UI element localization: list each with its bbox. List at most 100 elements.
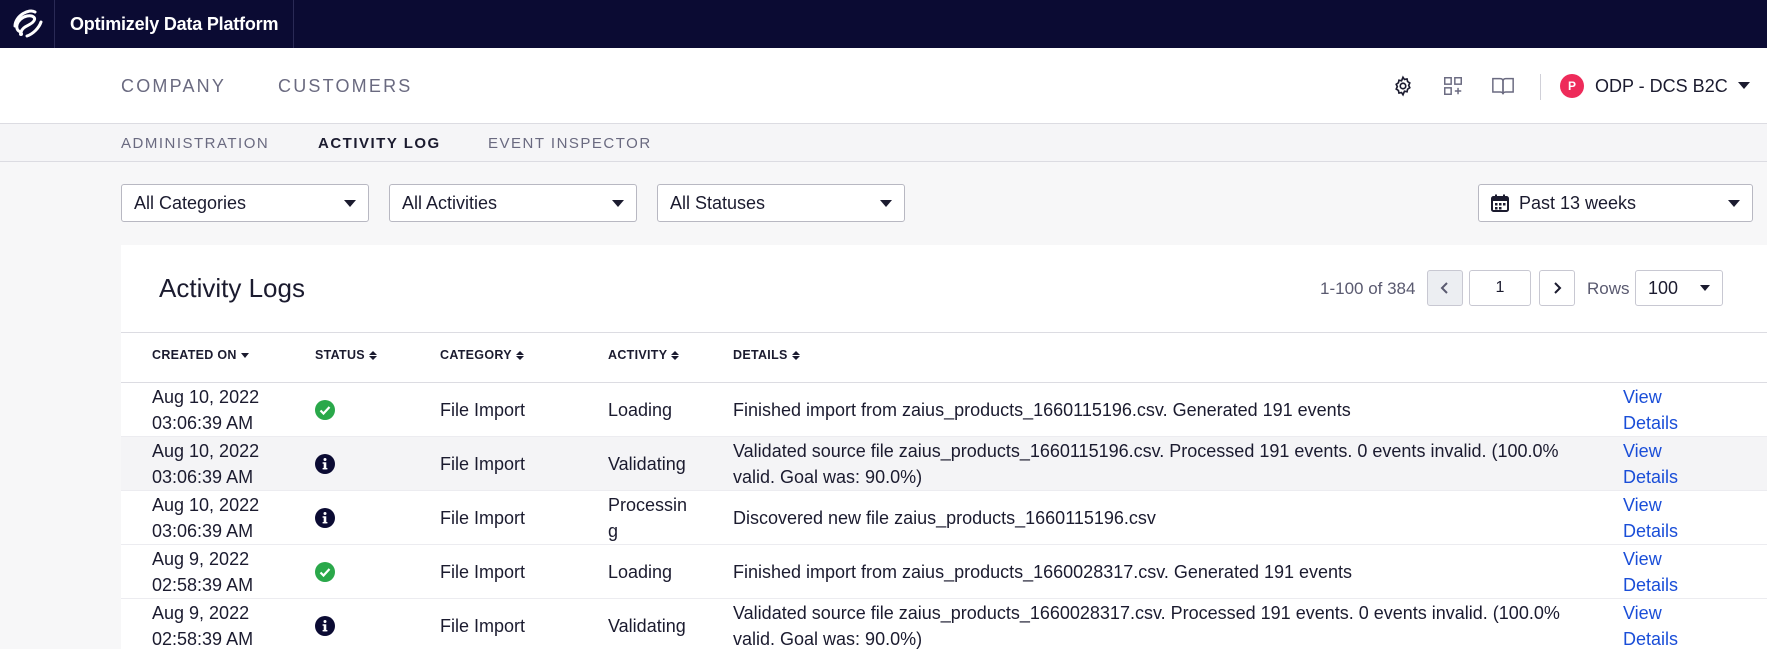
category-cell: File Import	[440, 508, 526, 528]
tab-customers[interactable]: CUSTOMERS	[278, 76, 412, 97]
view-details-link[interactable]: View Details	[1623, 546, 1678, 598]
view-details-link-line2: Details	[1623, 521, 1679, 541]
activity-logs-card: Activity Logs 1-100 of 384 Rows 100 CREA…	[121, 245, 1767, 649]
view-details-link[interactable]: View Details	[1623, 492, 1678, 544]
created-on-cell: Aug 9, 2022 02:58:39 AM	[152, 600, 253, 649]
book-icon[interactable]	[1490, 73, 1516, 99]
created-time: 02:58:39 AM	[152, 629, 254, 649]
created-date: Aug 10, 2022	[152, 387, 260, 407]
chevron-down-icon	[880, 199, 892, 207]
main-nav: COMPANY CUSTOMERS	[0, 48, 1767, 124]
table-row[interactable]: Aug 10, 2022 03:06:39 AM File Import Proc…	[121, 491, 1767, 545]
category-cell: File Import	[440, 400, 526, 420]
column-header-status[interactable]: STATUS	[315, 348, 377, 362]
gear-icon[interactable]	[1390, 73, 1416, 99]
rows-per-page-value: 100	[1648, 277, 1679, 298]
view-details-link[interactable]: View Details	[1623, 438, 1678, 490]
chevron-down-icon	[1728, 199, 1740, 207]
info-icon	[315, 616, 335, 636]
tab-company[interactable]: COMPANY	[121, 76, 226, 97]
view-details-link-line1: View	[1623, 549, 1662, 569]
view-details-link-line2: Details	[1623, 629, 1679, 649]
org-avatar[interactable]: P	[1560, 74, 1584, 98]
chevron-down-icon[interactable]	[1738, 82, 1750, 89]
next-page-button[interactable]	[1539, 270, 1575, 306]
created-on-cell: Aug 9, 2022 02:58:39 AM	[152, 546, 253, 598]
view-details-link-line2: Details	[1623, 467, 1679, 487]
view-details-link-line2: Details	[1623, 413, 1679, 433]
success-check-icon	[315, 562, 335, 582]
activity-cell: Loading	[608, 400, 673, 420]
chevron-down-icon	[344, 199, 356, 207]
rows-label: Rows	[1587, 279, 1630, 298]
created-on-cell: Aug 10, 2022 03:06:39 AM	[152, 492, 259, 544]
success-check-icon	[315, 400, 335, 420]
categories-filter[interactable]: All Categories	[121, 184, 369, 222]
prev-page-button[interactable]	[1427, 270, 1463, 306]
details-cell: Discovered new file zaius_products_16601…	[733, 508, 1156, 528]
activity-cell: Processin g	[608, 492, 687, 544]
page-number-input[interactable]	[1469, 270, 1531, 306]
column-header-activity[interactable]: ACTIVITY	[608, 348, 680, 362]
app-title: Optimizely Data Platform	[70, 13, 279, 34]
details-cell: Finished import from zaius_products_1660…	[733, 400, 1351, 420]
details-cell: Validated source file zaius_products_166…	[733, 438, 1559, 490]
column-header-created-on[interactable]: CREATED ON	[152, 348, 249, 362]
category-cell: File Import	[440, 562, 526, 582]
activity-cell: Validating	[608, 454, 686, 474]
details-line2: valid. Goal was: 90.0%)	[733, 467, 923, 487]
column-header-category[interactable]: CATEGORY	[440, 348, 524, 362]
created-time: 03:06:39 AM	[152, 521, 254, 541]
details-cell: Validated source file zaius_products_166…	[733, 600, 1560, 649]
sort-icon	[368, 350, 377, 360]
top-bar: Optimizely Data Platform	[0, 0, 1767, 48]
created-on-cell: Aug 10, 2022 03:06:39 AM	[152, 438, 259, 490]
categories-filter-value: All Categories	[134, 192, 247, 213]
activities-filter-value: All Activities	[402, 192, 498, 213]
statuses-filter[interactable]: All Statuses	[657, 184, 905, 222]
view-details-link[interactable]: View Details	[1623, 600, 1678, 649]
created-date: Aug 9, 2022	[152, 603, 250, 623]
tab-event-inspector[interactable]: EVENT INSPECTOR	[488, 135, 652, 152]
info-icon	[315, 454, 335, 474]
rows-per-page-select[interactable]: 100	[1635, 270, 1723, 306]
tab-activity-log[interactable]: ACTIVITY LOG	[318, 135, 441, 152]
chevron-down-icon	[1700, 285, 1710, 291]
table-row[interactable]: Aug 9, 2022 02:58:39 AM File Import Loadi…	[121, 545, 1767, 599]
view-details-link-line1: View	[1623, 387, 1662, 407]
toolbar-divider	[1540, 74, 1541, 100]
column-header-details[interactable]: DETAILS	[733, 348, 800, 362]
sort-icon	[515, 350, 524, 360]
tab-administration[interactable]: ADMINISTRATION	[121, 135, 269, 152]
table-row[interactable]: Aug 9, 2022 02:58:39 AM File Import Valid…	[121, 599, 1767, 649]
table-row[interactable]: Aug 10, 2022 03:06:39 AM File Import Load…	[121, 383, 1767, 437]
column-header-label: CREATED ON	[152, 348, 237, 362]
app-title-box[interactable]: Optimizely Data Platform	[55, 0, 295, 48]
created-time: 03:06:39 AM	[152, 467, 254, 487]
created-on-cell: Aug 10, 2022 03:06:39 AM	[152, 384, 259, 436]
optimizely-logo-icon[interactable]	[0, 0, 55, 48]
sort-icon	[791, 350, 800, 360]
add-app-grid-icon[interactable]	[1440, 73, 1466, 99]
created-time: 03:06:39 AM	[152, 413, 254, 433]
view-details-link-line1: View	[1623, 441, 1662, 461]
activities-filter[interactable]: All Activities	[389, 184, 637, 222]
table-row[interactable]: Aug 10, 2022 03:06:39 AM File Import Vali…	[121, 437, 1767, 491]
activity-line1: Processin	[608, 495, 688, 515]
org-switcher-label[interactable]: ODP - DCS B2C	[1595, 76, 1728, 97]
column-header-label: STATUS	[315, 348, 365, 362]
column-header-label: ACTIVITY	[608, 348, 668, 362]
view-details-link-line1: View	[1623, 603, 1662, 623]
divider	[121, 332, 1767, 333]
category-cell: File Import	[440, 616, 526, 636]
info-icon	[315, 508, 335, 528]
pager-range: 1-100 of 384	[1320, 279, 1416, 298]
details-line1: Validated source file zaius_products_166…	[733, 603, 1560, 623]
created-date: Aug 9, 2022	[152, 549, 250, 569]
sub-nav: ADMINISTRATION ACTIVITY LOG EVENT INSPEC…	[0, 124, 1767, 162]
view-details-link-line1: View	[1623, 495, 1662, 515]
calendar-icon	[1491, 194, 1509, 212]
view-details-link[interactable]: View Details	[1623, 384, 1678, 436]
activity-cell: Loading	[608, 562, 673, 582]
date-range-filter[interactable]: Past 13 weeks	[1478, 184, 1753, 222]
